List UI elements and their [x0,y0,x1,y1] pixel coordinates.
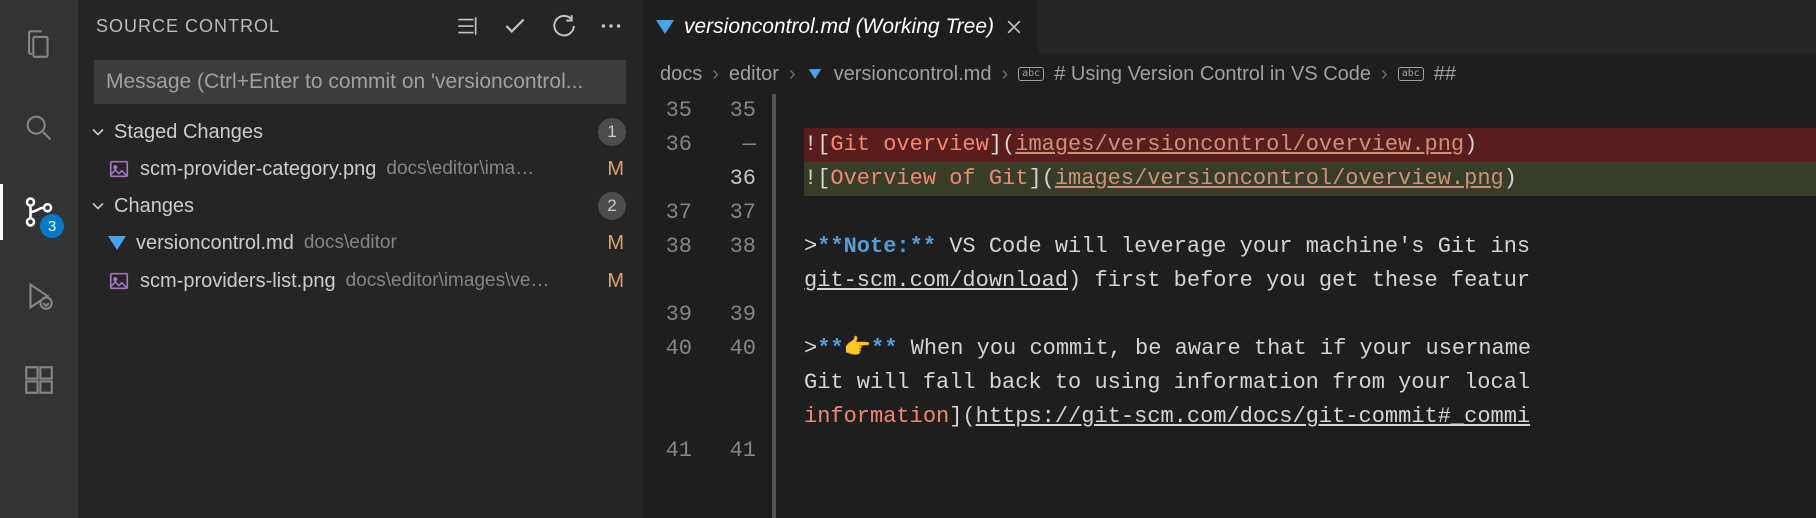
debug-icon [22,279,56,313]
line-number: 38 [706,230,756,264]
refresh-icon[interactable] [550,13,576,39]
file-row[interactable]: scm-providers-list.png docs\editor\image… [78,262,642,300]
file-status: M [601,232,624,255]
line-number [706,264,756,298]
breadcrumb-segment[interactable]: editor [729,63,779,86]
code-line[interactable]: ![Overview of Git](images/versioncontrol… [804,162,1816,196]
editor: versioncontrol.md (Working Tree) docs › … [642,0,1816,518]
image-file-icon [108,270,130,292]
group-count-badge: 1 [598,118,626,146]
activity-source-control[interactable]: 3 [0,184,78,240]
chevron-down-icon [88,122,108,142]
markdown-file-icon [808,69,821,79]
code-line[interactable]: >**Note:** VS Code will leverage your ma… [804,230,1816,264]
line-number [642,162,692,196]
line-number: 39 [642,298,692,332]
line-number: — [706,128,756,162]
panel-header: SOURCE CONTROL [78,0,642,52]
scm-badge: 3 [40,214,64,238]
code-line[interactable] [804,94,1816,128]
close-icon[interactable] [1004,17,1024,37]
gutter: 35363738394041 35—363738394041 [642,94,780,518]
line-number: 36 [706,162,756,196]
code-line[interactable] [804,298,1816,332]
line-number: 37 [706,196,756,230]
file-name: versioncontrol.md [136,232,294,255]
code-line[interactable]: ![Git overview](images/versioncontrol/ov… [804,128,1816,162]
diff-editor[interactable]: 35363738394041 35—363738394041 ![Git ove… [642,94,1816,518]
group-label: Staged Changes [114,121,598,144]
search-icon [22,111,56,145]
activity-debug[interactable] [0,268,78,324]
line-number: 41 [642,434,692,468]
activity-extensions[interactable] [0,352,78,408]
code-line[interactable]: Git will fall back to using information … [804,366,1816,400]
file-name: scm-providers-list.png [140,270,336,293]
chevron-right-icon: › [712,63,719,86]
file-status: M [601,158,624,181]
chevron-right-icon: › [1381,63,1388,86]
line-number: 37 [642,196,692,230]
chevron-right-icon: › [789,63,796,86]
image-file-icon [108,158,130,180]
code-line[interactable]: >**👉** When you commit, be aware that if… [804,332,1816,366]
file-path: docs\editor [304,232,591,254]
chevron-right-icon: › [1001,63,1008,86]
group-label: Changes [114,195,598,218]
breadcrumb-segment[interactable]: ## [1434,63,1456,86]
line-number [706,366,756,400]
line-number: 35 [642,94,692,128]
line-number [642,400,692,434]
chevron-down-icon [88,196,108,216]
markdown-file-icon [656,20,674,34]
extensions-icon [22,363,56,397]
code-content[interactable]: ![Git overview](images/versioncontrol/ov… [780,94,1816,518]
file-row[interactable]: scm-provider-category.png docs\editor\im… [78,150,642,188]
line-number [642,264,692,298]
line-number [706,400,756,434]
line-number: 40 [706,332,756,366]
code-line[interactable]: information](https://git-scm.com/docs/gi… [804,400,1816,434]
file-status: M [601,270,624,293]
tab-title: versioncontrol.md (Working Tree) [684,15,994,39]
commit-message-input[interactable] [94,60,626,104]
activity-bar: 3 [0,0,78,518]
editor-tab[interactable]: versioncontrol.md (Working Tree) [642,0,1038,54]
tab-bar: versioncontrol.md (Working Tree) [642,0,1816,54]
panel-title: SOURCE CONTROL [96,16,454,37]
line-number: 36 [642,128,692,162]
more-icon[interactable] [598,13,624,39]
file-name: scm-provider-category.png [140,158,376,181]
activity-search[interactable] [0,100,78,156]
source-control-panel: SOURCE CONTROL Staged Changes 1 scm-prov… [78,0,642,518]
breadcrumb-segment[interactable]: # Using Version Control in VS Code [1054,63,1371,86]
activity-explorer[interactable] [0,16,78,72]
breadcrumb[interactable]: docs › editor › versioncontrol.md › abc … [642,54,1816,94]
line-number [642,366,692,400]
file-path: docs\editor\images\ve… [346,270,592,292]
group-staged-changes[interactable]: Staged Changes 1 [78,114,642,150]
code-line[interactable] [804,196,1816,230]
file-row[interactable]: versioncontrol.md docs\editor M [78,224,642,262]
line-number: 39 [706,298,756,332]
heading-icon: abc [1018,67,1044,81]
group-count-badge: 2 [598,192,626,220]
markdown-file-icon [108,236,126,250]
line-number: 40 [642,332,692,366]
breadcrumb-segment[interactable]: versioncontrol.md [834,63,992,86]
files-icon [22,27,56,61]
file-path: docs\editor\ima… [386,158,591,180]
breadcrumb-segment[interactable]: docs [660,63,702,86]
code-line[interactable] [804,434,1816,468]
panel-actions [454,13,624,39]
view-tree-icon[interactable] [454,13,480,39]
heading-icon: abc [1398,67,1424,81]
line-number: 38 [642,230,692,264]
commit-check-icon[interactable] [502,13,528,39]
group-changes[interactable]: Changes 2 [78,188,642,224]
line-number: 41 [706,434,756,468]
code-line[interactable]: git-scm.com/download) first before you g… [804,264,1816,298]
line-number: 35 [706,94,756,128]
